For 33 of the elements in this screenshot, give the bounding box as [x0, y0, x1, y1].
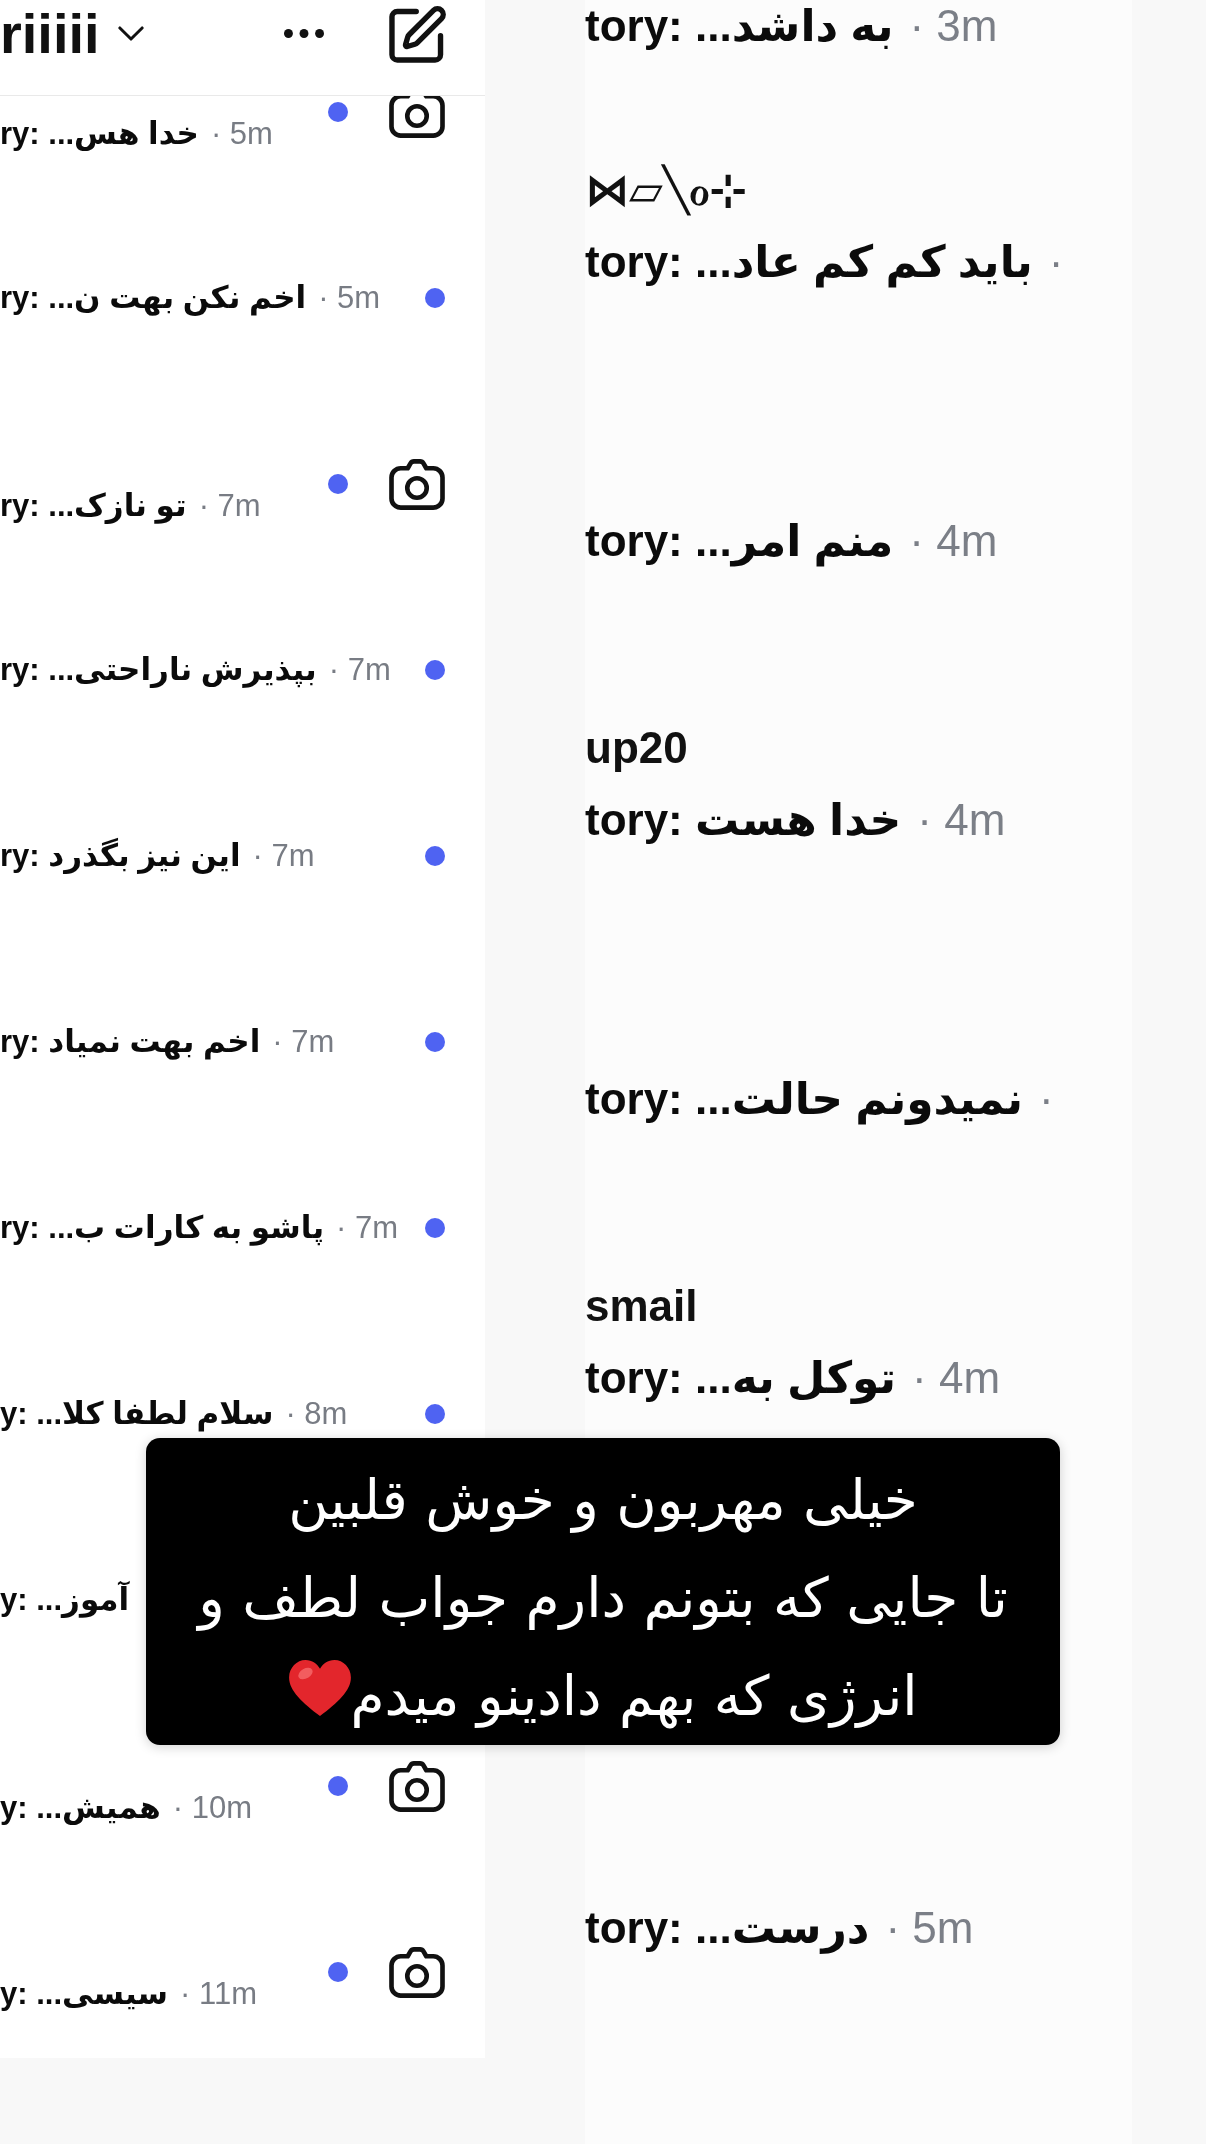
- message-time: · 4m: [909, 515, 998, 567]
- message-time: · 4m: [917, 794, 1006, 846]
- message-time: ·: [1048, 236, 1064, 288]
- caption-text: تا جایی که بتونم دارم جواب لطف و: [198, 1565, 1008, 1633]
- username: up20: [585, 722, 688, 774]
- username: ⋈▱╲ℴ⊹: [585, 164, 747, 216]
- more-button[interactable]: [284, 29, 324, 38]
- message-time: · 5m: [885, 1902, 974, 1954]
- message-time: · 5m: [318, 279, 381, 317]
- caption-text: انرژی که بهم دادینو میدم: [350, 1663, 918, 1731]
- message-time: · 7m: [198, 487, 261, 525]
- account-switcher[interactable]: riiiii: [0, 2, 144, 65]
- camera-icon[interactable]: [389, 1946, 445, 1998]
- message-time: · 3m: [909, 0, 998, 52]
- message-time: · 7m: [328, 651, 391, 689]
- message-time: · 7m: [252, 837, 315, 875]
- message-time: · 8m: [285, 1395, 348, 1433]
- username: smail: [585, 1280, 698, 1332]
- camera-icon[interactable]: [389, 458, 445, 510]
- message-time: · 10m: [172, 1789, 253, 1827]
- message-time: · 4m: [912, 1352, 1001, 1404]
- message-time: · 11m: [180, 1975, 258, 2013]
- message-time: · 5m: [210, 115, 273, 153]
- chevron-down-icon: [117, 26, 144, 41]
- camera-icon[interactable]: [389, 96, 445, 138]
- more-icon: [284, 29, 324, 38]
- message-time: · 7m: [336, 1209, 399, 1247]
- compose-icon: [389, 4, 447, 63]
- message-time: · 7m: [272, 1023, 335, 1061]
- camera-icon[interactable]: [389, 1760, 445, 1812]
- compose-button[interactable]: [389, 4, 447, 63]
- message-time: ·: [1039, 1073, 1054, 1125]
- caption-text: خیلی مهربون و خوش قلبین: [288, 1467, 918, 1535]
